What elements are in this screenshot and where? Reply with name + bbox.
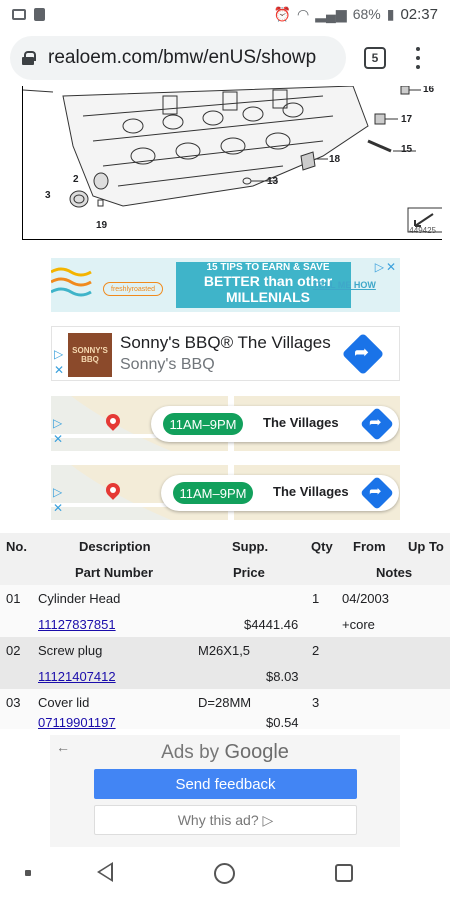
callout-13[interactable]: 13 [267,176,278,187]
battery-icon: ▮ [386,5,395,22]
ads-by-google-panel: ← Ads by Google Send feedback Why this a… [50,735,400,847]
part-number-link[interactable]: 11127837851 [38,617,116,632]
map-info-pill[interactable]: 11AM–9PM The Villages ➦ [151,406,399,442]
col-description: Description [79,539,151,554]
row-price: $0.54 [266,715,299,729]
row-description: Cylinder Head [38,591,121,606]
place-name: The Villages [263,415,339,430]
col-upto: Up To [408,539,444,554]
alarm-icon: ⏰ [273,5,292,22]
row-qty: 1 [312,591,320,606]
row-qty: 2 [312,643,320,658]
status-bar: ⏰ ◠ ▂▄▆ 68% ▮ 02:37 [0,0,450,28]
map-ad[interactable]: ▷ ✕ 11AM–9PM The Villages ➦ [51,396,400,451]
back-icon[interactable] [97,862,113,882]
tell-me-how-link[interactable]: TELL ME HOW [313,280,376,290]
table-row: 11127837851 $4441.46 +core [0,611,450,637]
recents-icon[interactable] [335,864,353,882]
table-header-row: No. Description Supp. Qty From Up To [0,533,450,559]
callout-16[interactable]: 16 [423,86,434,95]
why-this-ad-button[interactable]: Why this ad? ▷ [94,805,357,835]
callout-3[interactable]: 3 [45,190,51,201]
table-row: 03 Cover lid D=28MM 3 [0,689,450,715]
table-row: 01 Cylinder Head 1 04/2003 [0,585,450,611]
shopping-bag-icon [34,7,45,21]
engine-drawing [23,86,442,233]
col-qty: Qty [311,539,333,554]
callout-17[interactable]: 17 [401,114,412,125]
col-notes: Notes [376,565,413,580]
row-no: 02 [6,643,21,658]
banner-ad[interactable]: freshlyroasted 15 TIPS TO EARN & SAVE BE… [51,258,400,312]
table-row: 02 Screw plug M26X1,5 2 [0,637,450,663]
row-description: Screw plug [38,643,103,658]
row-supp: M26X1,5 [198,643,251,658]
adchoices-icon[interactable]: ▷ [53,416,62,430]
directions-arrow-icon: ➦ [354,342,370,362]
table-header-row: Part Number Price Notes [0,559,450,585]
url-text: realoem.com/bmw/enUS/showp [48,47,317,68]
table-row: 07119901197 $0.54 [0,715,450,729]
adchoices-icon[interactable]: ▷ [375,260,384,274]
hours-badge: 11AM–9PM [163,413,243,435]
close-ad-icon[interactable]: ✕ [386,260,396,274]
assistant-dot-icon[interactable] [25,870,31,876]
row-notes: +core [342,617,375,632]
map-ad[interactable]: ▷ ✕ 11AM–9PM The Villages ➦ [51,465,400,520]
part-number-link[interactable]: 07119901197 [38,715,116,729]
close-ad-icon[interactable]: ✕ [53,432,63,446]
callout-2[interactable]: 2 [73,174,79,185]
table-row: 11121407412 $8.03 [0,663,450,689]
col-no: No. [6,539,27,554]
map-info-pill[interactable]: 11AM–9PM The Villages ➦ [161,475,399,511]
business-subtitle: Sonny's BBQ [120,356,215,373]
google-logo: Google [224,741,289,763]
voicemail-icon [12,8,26,20]
row-supp: D=28MM [198,695,252,710]
lock-icon [22,51,36,65]
business-ad[interactable]: ▷ ✕ SONNY'S BBQ Sonny's BBQ® The Village… [51,326,400,381]
ads-by-google-label: Ads by Google [161,741,289,763]
row-description: Cover lid [38,695,90,710]
business-title[interactable]: Sonny's BBQ® The Villages [120,333,331,353]
send-feedback-button[interactable]: Send feedback [94,769,357,799]
place-name: The Villages [273,484,349,499]
business-thumbnail: SONNY'S BBQ [68,333,112,377]
parts-diagram: 1 2 3 19 13 18 15 17 16 449425 [22,86,442,240]
row-no: 03 [6,695,21,710]
row-price: $8.03 [266,669,299,684]
directions-arrow-icon: ➦ [369,414,382,431]
row-from: 04/2003 [342,591,389,606]
row-qty: 3 [312,695,320,710]
callout-19[interactable]: 19 [96,220,107,231]
wifi-icon: ◠ [297,5,310,22]
directions-arrow-icon: ➦ [369,483,382,500]
adchoices-icon[interactable]: ▷ [54,347,63,361]
col-price: Price [233,565,265,580]
home-icon[interactable] [214,863,235,884]
tab-switcher-button[interactable]: 5 [364,47,386,69]
close-ad-icon[interactable]: ✕ [54,363,64,377]
col-part-number: Part Number [75,565,154,580]
figure-number: 449425 [409,226,436,235]
col-supp: Supp. [232,539,269,554]
brand-logo: freshlyroasted [103,282,163,296]
clock: 02:37 [400,5,438,23]
row-price: $4441.46 [244,617,299,632]
parts-table: No. Description Supp. Qty From Up To Par… [0,533,450,729]
part-number-link[interactable]: 11121407412 [38,669,116,684]
adchoices-icon[interactable]: ▷ [53,485,62,499]
battery-percent: 68% [352,6,381,22]
address-bar[interactable]: realoem.com/bmw/enUS/showp [10,36,346,80]
col-from: From [353,539,386,554]
menu-icon[interactable] [412,44,424,72]
close-ad-icon[interactable]: ✕ [53,501,63,515]
hours-badge: 11AM–9PM [173,482,253,504]
browser-toolbar: realoem.com/bmw/enUS/showp 5 [0,30,450,86]
callout-15[interactable]: 15 [401,144,412,155]
row-no: 01 [6,591,21,606]
navigation-bar [0,848,450,900]
callout-18[interactable]: 18 [329,154,340,165]
signal-icon: ▂▄▆ [315,5,347,22]
